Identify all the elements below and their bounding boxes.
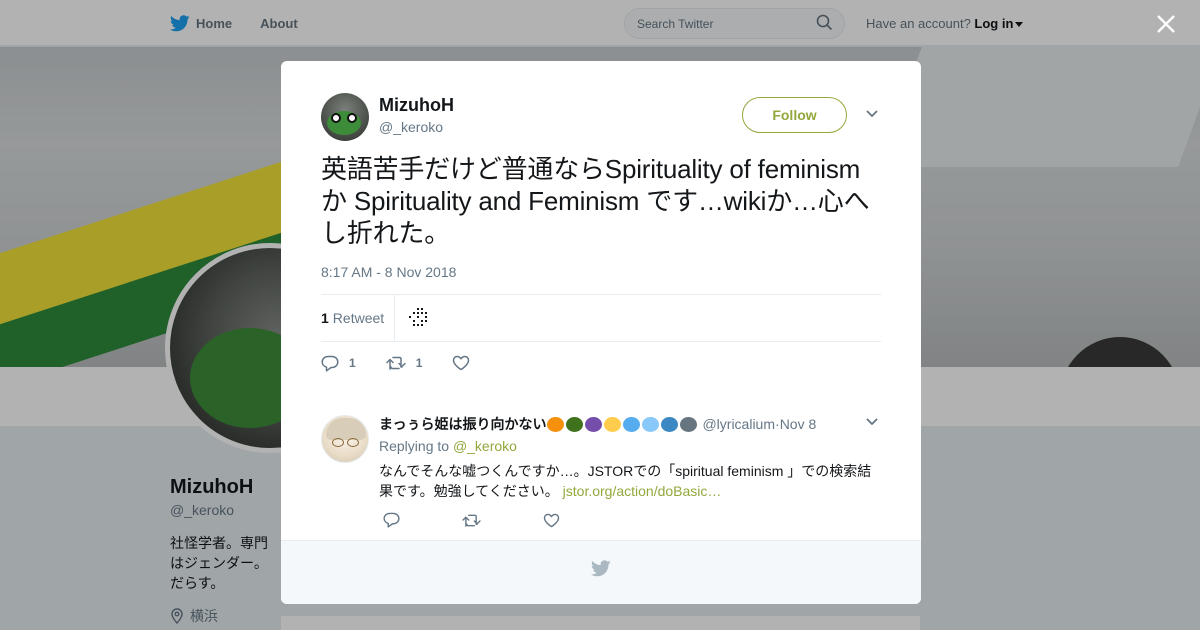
emoji-icon (604, 416, 622, 432)
modal-footer (281, 540, 921, 604)
retweeter-avatar[interactable] (408, 307, 430, 329)
reply-icon (383, 512, 400, 528)
tweet-modal: MizuhoH @_keroko Follow 英語苦手だけど普通ならSpiri… (281, 61, 921, 604)
reply-count: 1 (349, 356, 356, 370)
stat-divider (394, 295, 395, 341)
chevron-down-icon[interactable] (865, 417, 879, 427)
retweet-count: 1 (415, 356, 423, 370)
replying-prefix: Replying to (379, 438, 453, 454)
reply-author-handle[interactable]: @lyricalium (702, 416, 775, 432)
emoji-icons (547, 416, 699, 432)
tweet-actions: 1 1 (321, 351, 510, 375)
replying-to: Replying to @_keroko (379, 438, 517, 454)
retweet-stat-count: 1 (321, 310, 329, 326)
author-handle[interactable]: @_keroko (379, 119, 443, 135)
emoji-icon (585, 416, 603, 432)
emoji-icon (661, 416, 679, 432)
reply-reply-button[interactable] (383, 512, 400, 528)
tweet-timestamp[interactable]: 8:17 AM - 8 Nov 2018 (321, 264, 456, 280)
replying-handle-link[interactable]: @_keroko (453, 438, 517, 454)
retweet-icon (462, 514, 481, 527)
reply-icon (321, 355, 339, 372)
emoji-icon (642, 416, 660, 432)
reply-text: なんでそんな嘘つくんですか…。JSTORでの「spiritual feminis… (379, 461, 879, 501)
retweet-icon (385, 356, 406, 370)
twitter-bird-icon (591, 560, 611, 577)
heart-icon (453, 355, 470, 371)
emoji-icon (680, 416, 698, 432)
emoji-icon (566, 416, 584, 432)
reply-author-name[interactable]: まっぅら姫は振り向かない (379, 414, 546, 434)
reply-header: まっぅら姫は振り向かない @lyricalium · Nov 8 (379, 414, 816, 434)
reply-date[interactable]: Nov 8 (780, 416, 817, 432)
emoji-icon (547, 416, 565, 432)
retweet-button[interactable]: 1 (385, 355, 423, 371)
like-button[interactable] (452, 355, 480, 371)
reply-tweet[interactable]: まっぅら姫は振り向かない @lyricalium · Nov 8 Replyin… (281, 397, 921, 540)
reply-button[interactable]: 1 (321, 355, 356, 372)
heart-icon (543, 513, 560, 527)
chevron-down-icon[interactable] (865, 109, 879, 119)
author-name[interactable]: MizuhoH (379, 95, 454, 116)
reply-link[interactable]: jstor.org/action/doBasic… (563, 483, 722, 499)
follow-button[interactable]: Follow (742, 97, 847, 133)
tweet-stats: 1 Retweet (321, 294, 881, 342)
author-avatar[interactable] (321, 93, 369, 141)
reply-like-button[interactable] (543, 513, 560, 528)
reply-actions (383, 512, 622, 528)
retweet-stat-label: Retweet (332, 310, 385, 326)
reply-author-avatar[interactable] (321, 415, 369, 463)
emoji-icon (623, 416, 641, 432)
close-icon[interactable] (1154, 12, 1178, 36)
retweet-stat[interactable]: 1 Retweet (321, 310, 384, 326)
tweet-text: 英語苦手だけど普通ならSpirituality of feminism か Sp… (321, 154, 870, 248)
reply-retweet-button[interactable] (462, 513, 481, 528)
